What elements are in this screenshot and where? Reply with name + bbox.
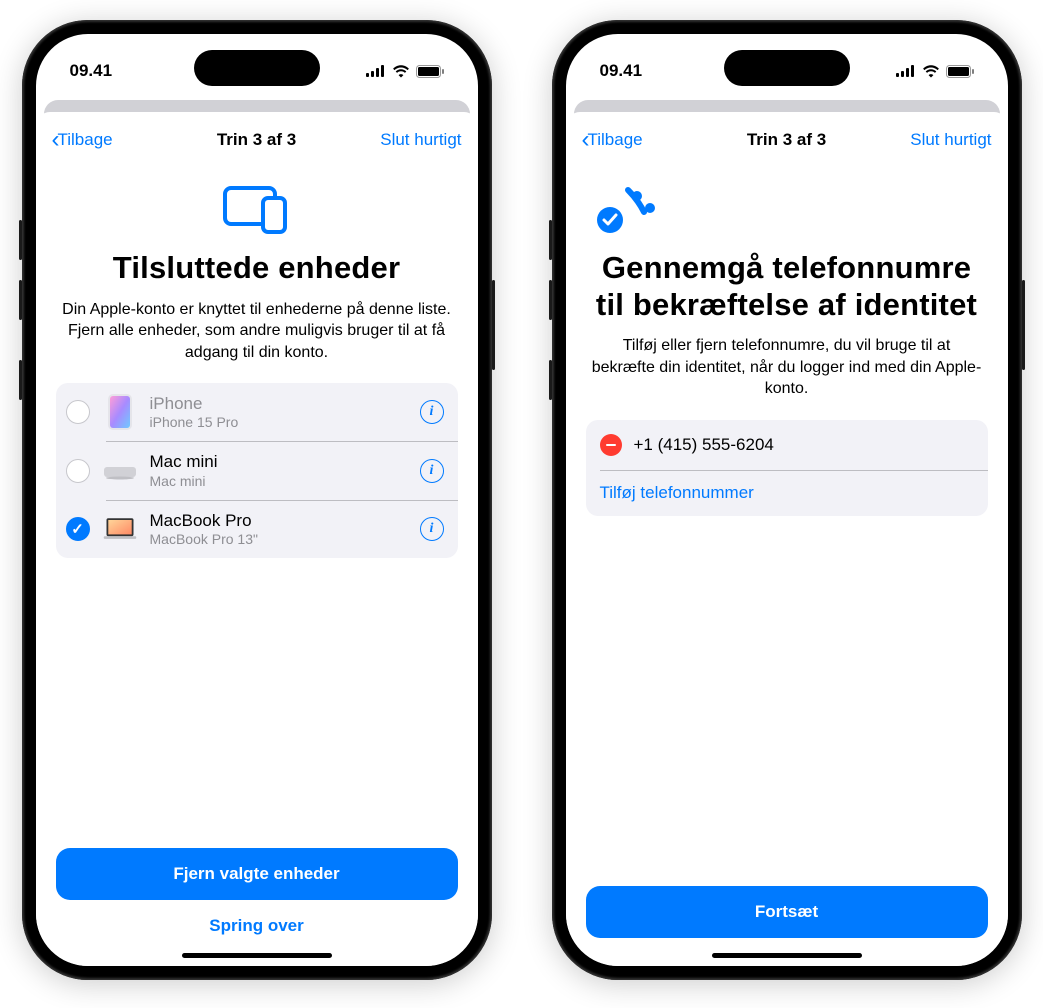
device-list: iPhone iPhone 15 Pro i Mac mini <box>56 383 458 558</box>
device-text: Mac mini Mac mini <box>150 452 408 489</box>
content: Gennemgå telefonnumre til bekræftelse af… <box>566 164 1008 966</box>
status-right <box>366 65 444 78</box>
battery-icon <box>416 65 444 78</box>
cellular-signal-icon <box>896 65 916 77</box>
mac-mini-thumb-icon <box>102 453 138 489</box>
home-indicator[interactable] <box>712 953 862 958</box>
content: Tilsluttede enheder Din Apple-konto er k… <box>36 164 478 966</box>
macbook-thumb-icon <box>102 511 138 547</box>
iphone-mockup-devices: 09.41 ‹ Tilbage Trin 3 af 3 <box>22 20 492 980</box>
skip-button[interactable]: Spring over <box>56 900 458 938</box>
remove-minus-icon[interactable] <box>600 434 622 456</box>
status-time: 09.41 <box>70 61 113 81</box>
radio-checked[interactable] <box>66 517 90 541</box>
setup-sheet: ‹ Tilbage Trin 3 af 3 Slut hurtigt Tilsl… <box>36 112 478 966</box>
phone-verify-hero-icon <box>586 180 988 236</box>
back-label: Tilbage <box>58 130 113 150</box>
info-icon[interactable]: i <box>420 517 444 541</box>
page-desc: Din Apple-konto er knyttet til enhederne… <box>56 299 458 364</box>
setup-sheet: ‹ Tilbage Trin 3 af 3 Slut hurtigt Ge <box>566 112 1008 966</box>
phone-number-row[interactable]: +1 (415) 555-6204 <box>586 420 988 470</box>
device-sub: Mac mini <box>150 473 408 490</box>
cellular-signal-icon <box>366 65 386 77</box>
home-indicator[interactable] <box>182 953 332 958</box>
wifi-icon <box>922 65 940 78</box>
radio-unchecked[interactable] <box>66 459 90 483</box>
quick-exit-button[interactable]: Slut hurtigt <box>892 130 992 150</box>
device-text: iPhone iPhone 15 Pro <box>150 394 408 431</box>
screen: 09.41 ‹ Tilbage Trin 3 af 3 <box>566 34 1008 966</box>
screen: 09.41 ‹ Tilbage Trin 3 af 3 <box>36 34 478 966</box>
device-text: MacBook Pro MacBook Pro 13" <box>150 511 408 548</box>
page-title: Tilsluttede enheder <box>56 250 458 287</box>
remove-selected-button[interactable]: Fjern valgte enheder <box>56 848 458 900</box>
wifi-icon <box>392 65 410 78</box>
device-row-iphone[interactable]: iPhone iPhone 15 Pro i <box>56 383 458 441</box>
iphone-thumb-icon <box>102 394 138 430</box>
device-name: Mac mini <box>150 452 408 472</box>
quick-exit-button[interactable]: Slut hurtigt <box>362 130 462 150</box>
info-icon[interactable]: i <box>420 459 444 483</box>
step-indicator: Trin 3 af 3 <box>747 130 826 150</box>
radio-unchecked[interactable] <box>66 400 90 424</box>
info-icon[interactable]: i <box>420 400 444 424</box>
back-label: Tilbage <box>588 130 643 150</box>
device-name: iPhone <box>150 394 408 414</box>
battery-icon <box>946 65 974 78</box>
device-name: MacBook Pro <box>150 511 408 531</box>
nav-bar: ‹ Tilbage Trin 3 af 3 Slut hurtigt <box>566 112 1008 164</box>
device-row-macbook-pro[interactable]: MacBook Pro MacBook Pro 13" i <box>56 500 458 558</box>
back-button[interactable]: ‹ Tilbage <box>582 126 682 154</box>
devices-hero-icon <box>56 180 458 236</box>
status-time: 09.41 <box>600 61 643 81</box>
add-phone-button[interactable]: Tilføj telefonnummer <box>586 470 988 516</box>
dynamic-island <box>194 50 320 86</box>
page-desc: Tilføj eller fjern telefonnumre, du vil … <box>586 335 988 400</box>
device-row-mac-mini[interactable]: Mac mini Mac mini i <box>56 442 458 500</box>
iphone-mockup-phones: 09.41 ‹ Tilbage Trin 3 af 3 <box>552 20 1022 980</box>
page-title: Gennemgå telefonnumre til bekræftelse af… <box>586 250 988 323</box>
dynamic-island <box>724 50 850 86</box>
continue-button[interactable]: Fortsæt <box>586 886 988 938</box>
step-indicator: Trin 3 af 3 <box>217 130 296 150</box>
back-button[interactable]: ‹ Tilbage <box>52 126 152 154</box>
footer: Fortsæt <box>586 870 988 966</box>
device-sub: iPhone 15 Pro <box>150 414 408 431</box>
status-right <box>896 65 974 78</box>
nav-bar: ‹ Tilbage Trin 3 af 3 Slut hurtigt <box>36 112 478 164</box>
phone-number: +1 (415) 555-6204 <box>634 435 774 455</box>
phone-number-list: +1 (415) 555-6204 Tilføj telefonnummer <box>586 420 988 517</box>
device-sub: MacBook Pro 13" <box>150 531 408 548</box>
footer: Fjern valgte enheder Spring over <box>56 832 458 966</box>
